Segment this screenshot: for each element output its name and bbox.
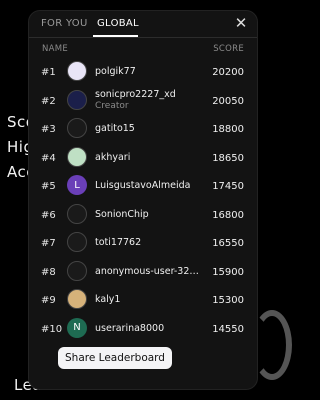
score-value: 18650 — [212, 152, 244, 164]
score-value: 14550 — [212, 323, 244, 335]
tab-for-you[interactable]: FOR YOU — [41, 18, 88, 29]
username[interactable]: polgik77 — [95, 66, 136, 77]
avatar: L — [67, 175, 87, 195]
username[interactable]: sonicpro2227_xd — [95, 89, 176, 100]
leaderboard-row[interactable]: #3 gatito15 18800 — [29, 115, 257, 144]
avatar — [67, 203, 87, 224]
tab-global[interactable]: GLOBAL — [97, 18, 139, 29]
username[interactable]: LuisgustavoAlmeida — [95, 180, 190, 191]
avatar — [67, 146, 87, 167]
bg-swirl-decoration — [252, 310, 292, 380]
avatar — [67, 118, 87, 138]
rank-label: #10 — [41, 323, 63, 335]
name-column-header: NAME — [42, 44, 69, 54]
leaderboard-panel: FOR YOU GLOBAL ✕ NAME SCORE #1 polgik77 20… — [28, 10, 258, 390]
avatar — [67, 232, 87, 252]
username[interactable]: SonionChip — [95, 209, 149, 220]
rank-label: #8 — [41, 266, 56, 278]
close-icon[interactable]: ✕ — [233, 15, 249, 31]
avatar — [67, 260, 87, 281]
leaderboard-row[interactable]: #2 sonicpro2227_xd Creator 20050 — [29, 87, 257, 116]
rank-label: #5 — [41, 181, 56, 192]
score-value: 16550 — [212, 238, 244, 249]
avatar-initial: L — [74, 179, 80, 191]
leaderboard-row[interactable]: #6 SonionChip 16800 — [29, 201, 257, 230]
active-tab-indicator — [93, 35, 138, 37]
score-value: 20200 — [212, 67, 244, 78]
rank-label: #3 — [41, 124, 56, 135]
username[interactable]: kaly1 — [95, 294, 120, 305]
username[interactable]: anonymous-user-324cc... — [95, 266, 200, 277]
rank-label: #1 — [41, 67, 56, 78]
avatar — [67, 289, 87, 309]
rank-label: #9 — [41, 295, 56, 306]
rank-label: #6 — [41, 209, 56, 221]
score-value: 18800 — [212, 124, 244, 135]
share-leaderboard-button[interactable]: Share Leaderboard — [58, 347, 172, 369]
username[interactable]: userarina8000 — [95, 323, 164, 334]
username[interactable]: gatito15 — [95, 123, 135, 134]
tab-bar: FOR YOU GLOBAL ✕ — [29, 11, 257, 38]
leaderboard-row[interactable]: #10 Nuserarina8000 14550 — [29, 315, 257, 344]
leaderboard-row[interactable]: #1 polgik77 20200 — [29, 58, 257, 87]
score-value: 16800 — [212, 209, 244, 221]
leaderboard-row[interactable]: #9 kaly1 15300 — [29, 286, 257, 315]
column-headers: NAME SCORE — [29, 38, 257, 58]
score-value: 15900 — [212, 266, 244, 278]
score-column-header: SCORE — [213, 44, 244, 54]
score-value: 15300 — [212, 295, 244, 306]
leaderboard-list: #1 polgik77 20200 #2 sonicpro2227_xd Creator 2… — [29, 58, 257, 343]
creator-badge: Creator — [95, 100, 129, 111]
leaderboard-row[interactable]: #7 toti17762 16550 — [29, 229, 257, 258]
rank-label: #7 — [41, 238, 56, 249]
avatar: N — [67, 317, 87, 338]
username[interactable]: akhyari — [95, 152, 130, 163]
leaderboard-row[interactable]: #5 L LuisgustavoAlmeida 17450 — [29, 172, 257, 201]
score-value: 20050 — [212, 95, 244, 107]
avatar-initial: N — [73, 322, 81, 333]
score-value: 17450 — [212, 181, 244, 192]
avatar — [67, 89, 87, 110]
avatar — [67, 61, 87, 81]
leaderboard-row[interactable]: #8 anonymous-user-324cc... 15900 — [29, 258, 257, 287]
rank-label: #2 — [41, 95, 56, 107]
leaderboard-row[interactable]: #4 akhyari 18650 — [29, 144, 257, 173]
rank-label: #4 — [41, 152, 56, 164]
username[interactable]: toti17762 — [95, 237, 141, 248]
